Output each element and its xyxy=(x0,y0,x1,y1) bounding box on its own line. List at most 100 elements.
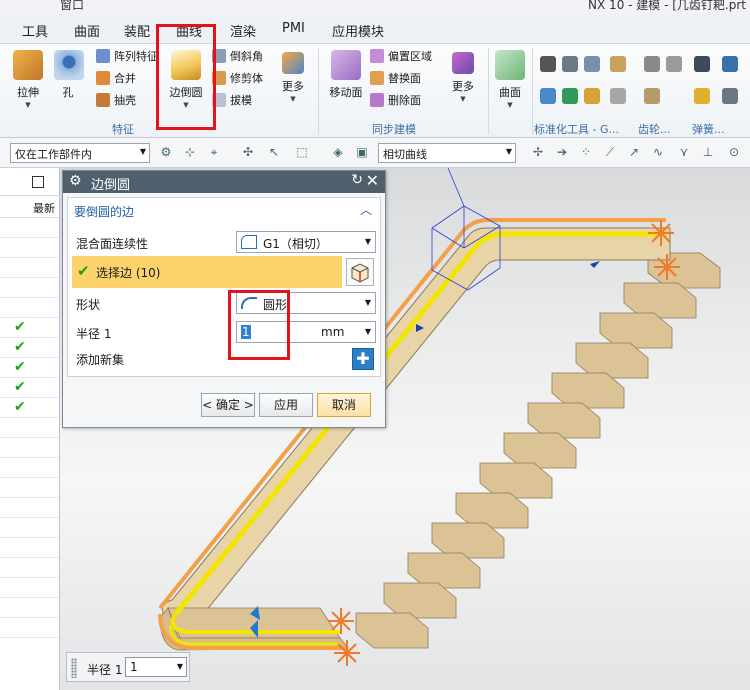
select-edge-row[interactable]: ✔ 选择边 (10) xyxy=(72,256,342,288)
move-face-button[interactable]: 移动面 xyxy=(326,50,366,100)
more-sync-button[interactable]: 更多 ▼ xyxy=(448,52,478,103)
line-icon[interactable]: ⟋ xyxy=(602,144,618,160)
draft-button[interactable]: 拔模 xyxy=(212,92,252,108)
list-item[interactable]: ✔ xyxy=(0,318,59,338)
menu-curve[interactable]: 曲线 xyxy=(176,21,202,40)
arrow-right-icon[interactable]: ➔ xyxy=(554,144,570,160)
list-item[interactable] xyxy=(0,538,59,558)
drag-grip-icon[interactable] xyxy=(71,658,77,678)
list-item[interactable] xyxy=(0,458,59,478)
gear-tool-icon[interactable] xyxy=(666,56,682,72)
select-icon[interactable]: ⊹ xyxy=(182,144,198,160)
hole-button[interactable]: 孔 xyxy=(54,50,84,100)
rectangle-select-icon[interactable]: ⬚ xyxy=(294,144,310,160)
snap-icon[interactable]: ⌖ xyxy=(206,144,222,160)
select-edge-button[interactable] xyxy=(346,258,374,286)
filter-icon[interactable]: ⚙ xyxy=(158,144,174,160)
endpoint-icon[interactable]: ↗ xyxy=(626,144,642,160)
shell-button[interactable]: 抽壳 xyxy=(96,92,136,108)
chamfer-button[interactable]: 倒斜角 xyxy=(212,48,263,64)
gear-tool-icon[interactable] xyxy=(644,88,660,104)
continuity-dropdown[interactable]: G1（相切） ▼ xyxy=(236,231,376,253)
cube-icon[interactable]: ▣ xyxy=(354,144,370,160)
center-icon[interactable]: ⊙ xyxy=(726,144,742,160)
section-header[interactable]: 要倒圆的边 xyxy=(74,203,134,220)
list-item[interactable] xyxy=(0,258,59,278)
std-tool-icon[interactable] xyxy=(610,56,626,72)
popup-radius-field[interactable]: 1 ▼ xyxy=(125,657,187,677)
list-item[interactable]: ✔ xyxy=(0,398,59,418)
filter-scope-dropdown[interactable]: 仅在工作部件内 ▼ xyxy=(10,143,150,163)
intersection-icon[interactable]: ⊥ xyxy=(700,144,716,160)
std-tool-icon[interactable] xyxy=(540,56,556,72)
list-item[interactable] xyxy=(0,298,59,318)
std-tool-icon[interactable] xyxy=(584,56,600,72)
list-item[interactable] xyxy=(0,618,59,638)
list-item[interactable] xyxy=(0,578,59,598)
close-icon[interactable]: ✕ xyxy=(366,171,379,190)
std-tool-icon[interactable] xyxy=(540,88,556,104)
add-new-set-label: 添加新集 xyxy=(76,353,125,367)
extrude-button[interactable]: 拉伸 ▼ xyxy=(10,50,46,109)
apply-button[interactable]: 应用 xyxy=(259,393,313,417)
list-item[interactable] xyxy=(0,598,59,618)
menu-pmi[interactable]: PMI xyxy=(282,21,305,36)
replace-face-button[interactable]: 替换面 xyxy=(370,70,421,86)
list-item[interactable] xyxy=(0,478,59,498)
list-item[interactable] xyxy=(0,218,59,238)
spring-tool-icon[interactable] xyxy=(694,56,710,72)
unite-button[interactable]: 合并 xyxy=(96,70,136,86)
delete-face-button[interactable]: 删除面 xyxy=(370,92,421,108)
point-icon[interactable]: ✣ xyxy=(240,144,256,160)
menu-surface[interactable]: 曲面 xyxy=(74,21,100,40)
group-label-gear: 齿轮... xyxy=(638,123,671,136)
shape-dropdown[interactable]: 圆形 ▼ xyxy=(236,292,376,314)
surface-button[interactable]: 曲面 ▼ xyxy=(494,50,526,109)
list-item[interactable] xyxy=(0,518,59,538)
list-item[interactable] xyxy=(0,238,59,258)
menu-application[interactable]: 应用模块 xyxy=(332,21,384,40)
snap-point-icon[interactable]: ✢ xyxy=(530,144,546,160)
spring-tool-icon[interactable] xyxy=(694,88,710,104)
chevron-up-icon[interactable]: ︿ xyxy=(360,201,372,218)
more-feature-button[interactable]: 更多 ▼ xyxy=(278,52,308,103)
window-menu[interactable]: 窗口 xyxy=(60,0,84,13)
list-item[interactable] xyxy=(0,558,59,578)
list-item[interactable]: ✔ xyxy=(0,378,59,398)
maximize-icon[interactable] xyxy=(32,176,44,188)
radius-field[interactable]: 1 mm ▼ xyxy=(236,321,376,343)
spring-tool-icon[interactable] xyxy=(722,56,738,72)
navigator-column-header[interactable]: 最新 xyxy=(0,196,59,218)
spring-tool-icon[interactable] xyxy=(722,88,738,104)
menu-render[interactable]: 渲染 xyxy=(230,21,256,40)
std-tool-icon[interactable] xyxy=(562,56,578,72)
body-icon[interactable]: ◈ xyxy=(330,144,346,160)
list-item[interactable]: ✔ xyxy=(0,338,59,358)
gear-icon[interactable]: ⚙ xyxy=(69,173,82,189)
menu-tools[interactable]: 工具 xyxy=(22,21,48,40)
cancel-button[interactable]: 取消 xyxy=(317,393,371,417)
list-item[interactable] xyxy=(0,418,59,438)
pattern-feature-button[interactable]: 阵列特征 xyxy=(96,48,158,64)
ok-button[interactable]: < 确定 > xyxy=(201,393,255,417)
add-new-set-button[interactable]: ✚ xyxy=(352,348,374,370)
std-tool-icon[interactable] xyxy=(562,88,578,104)
vertex-icon[interactable]: ⋎ xyxy=(676,144,692,160)
grid-icon[interactable]: ⁘ xyxy=(578,144,594,160)
list-item[interactable] xyxy=(0,498,59,518)
list-item[interactable] xyxy=(0,438,59,458)
curve-icon[interactable]: ∿ xyxy=(650,144,666,160)
gear-tool-icon[interactable] xyxy=(644,56,660,72)
cursor-icon[interactable]: ↖ xyxy=(266,144,282,160)
std-tool-icon[interactable] xyxy=(584,88,600,104)
dialog-title-bar[interactable]: ⚙ 边倒圆 ↻ ✕ xyxy=(63,171,385,193)
trim-body-button[interactable]: 修剪体 xyxy=(212,70,263,86)
curve-rule-dropdown[interactable]: 相切曲线 ▼ xyxy=(378,143,516,163)
reset-icon[interactable]: ↻ xyxy=(351,172,363,188)
std-tool-icon[interactable] xyxy=(610,88,626,104)
menu-assembly[interactable]: 装配 xyxy=(124,21,150,40)
offset-region-button[interactable]: 偏置区域 xyxy=(370,48,432,64)
list-item[interactable] xyxy=(0,278,59,298)
edge-blend-button[interactable]: 边倒圆 ▼ xyxy=(164,50,208,109)
list-item[interactable]: ✔ xyxy=(0,358,59,378)
